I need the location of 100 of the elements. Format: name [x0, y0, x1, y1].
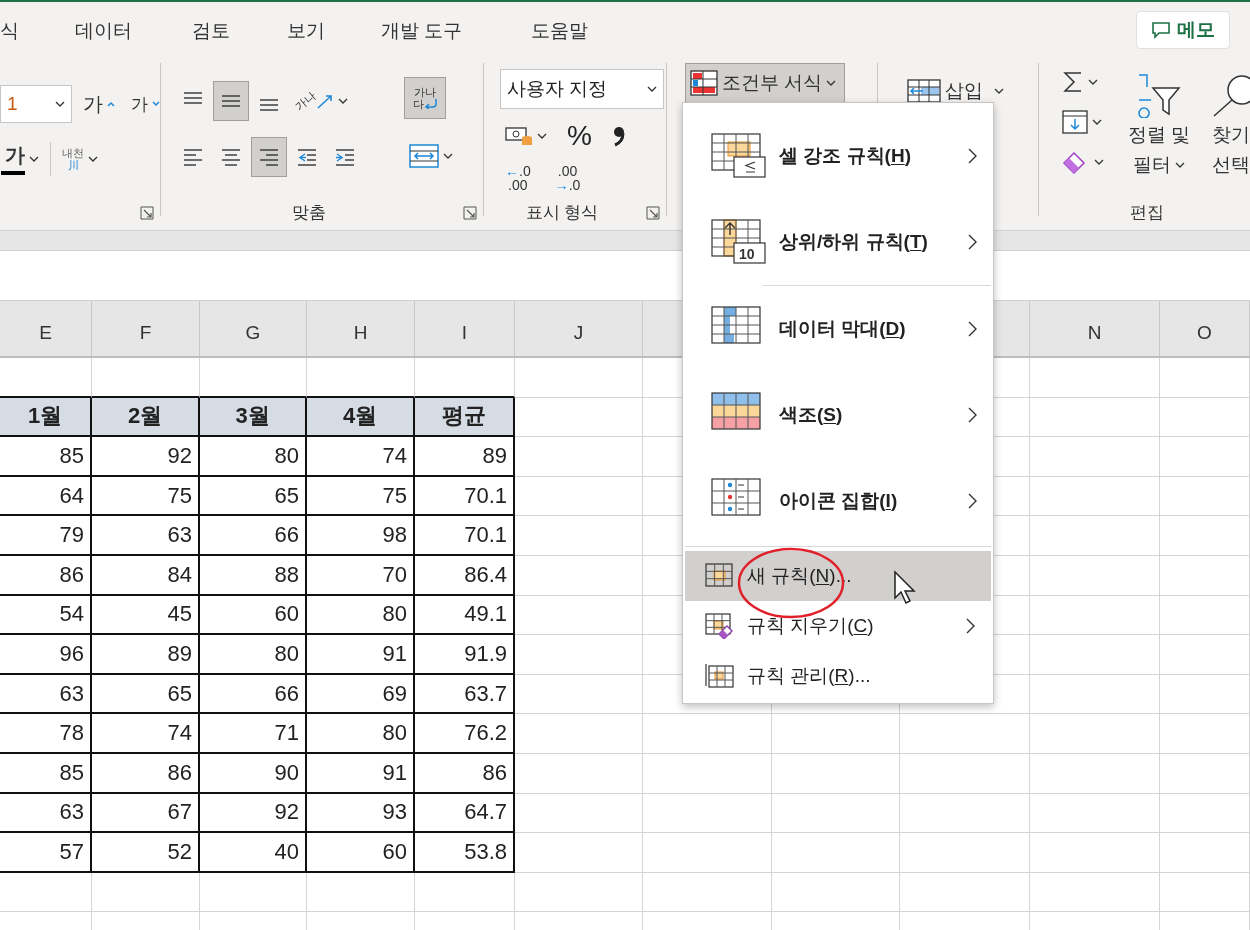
sheet-cell[interactable] [772, 793, 900, 834]
sheet-cell[interactable] [1160, 437, 1250, 477]
sheet-cell[interactable] [1030, 437, 1160, 477]
shrink-font-button[interactable]: 가 [126, 87, 165, 121]
sheet-cell[interactable] [200, 872, 307, 913]
ribbon-tab[interactable]: 도움말 [531, 18, 588, 44]
sheet-cell[interactable] [1030, 833, 1160, 873]
middle-align-icon[interactable] [213, 81, 249, 121]
column-header[interactable]: F [92, 301, 200, 356]
sheet-cell[interactable] [643, 872, 772, 913]
sheet-cell[interactable] [515, 595, 643, 636]
decrease-decimal-button[interactable]: .00 →.0 [549, 159, 586, 197]
sort-filter-button[interactable]: 정렬 및 필터 [1127, 71, 1192, 179]
sheet-cell[interactable] [1030, 555, 1160, 596]
font-size-dropdown[interactable]: 1 [0, 85, 72, 123]
ribbon-tab[interactable]: 검토 [192, 18, 230, 44]
sheet-cell[interactable] [900, 753, 1030, 794]
sheet-cell[interactable] [515, 516, 643, 556]
sheet-cell[interactable] [1030, 358, 1160, 398]
sheet-cell[interactable] [1160, 674, 1250, 715]
column-header[interactable]: I [415, 301, 515, 356]
phonetic-guide-button[interactable]: 내천 川 [57, 141, 103, 176]
sheet-cell[interactable] [1030, 635, 1160, 675]
menu-item[interactable]: 색조(S) [683, 372, 993, 458]
sheet-cell[interactable] [1030, 714, 1160, 754]
sheet-cell[interactable] [643, 714, 772, 754]
sheet-cell[interactable] [515, 358, 643, 398]
wrap-text-button[interactable]: 가나 다 [404, 77, 446, 119]
sheet-cell[interactable] [515, 714, 643, 754]
ribbon-tab[interactable]: 보기 [287, 18, 325, 44]
ribbon-tab[interactable]: 개발 도구 [381, 18, 463, 44]
sheet-cell[interactable] [1160, 753, 1250, 794]
sheet-cell[interactable] [1160, 635, 1250, 675]
sheet-cell[interactable] [515, 476, 643, 517]
sheet-cell[interactable] [643, 753, 772, 794]
sheet-cell[interactable] [1030, 397, 1160, 438]
menu-item[interactable]: 규칙 지우기(C) [685, 601, 991, 651]
sheet-cell[interactable] [1160, 872, 1250, 913]
sheet-cell[interactable] [1030, 595, 1160, 636]
sheet-cell[interactable] [900, 872, 1030, 913]
sheet-cell[interactable] [1030, 476, 1160, 517]
sheet-cell[interactable] [1160, 476, 1250, 517]
sheet-cell[interactable] [1160, 516, 1250, 556]
sheet-cell[interactable] [92, 872, 200, 913]
sheet-cell[interactable] [1160, 555, 1250, 596]
sheet-cell[interactable] [1160, 397, 1250, 438]
column-header[interactable]: N [1030, 301, 1160, 356]
menu-item[interactable]: 데이터 막대(D) [683, 286, 993, 372]
sheet-cell[interactable] [515, 753, 643, 794]
sheet-cell[interactable] [515, 833, 643, 873]
number-format-dropdown[interactable]: 사용자 지정 [500, 69, 664, 109]
ribbon-tab[interactable]: 데이터 [75, 18, 132, 44]
memo-button[interactable]: 메모 [1136, 11, 1230, 49]
sheet-cell[interactable] [1160, 358, 1250, 398]
ribbon-tab[interactable]: 식 [0, 18, 19, 44]
menu-item[interactable]: 셀 강조 규칙(H) [683, 113, 993, 199]
sheet-cell[interactable] [1030, 793, 1160, 834]
sheet-cell[interactable] [515, 872, 643, 913]
sheet-cell[interactable] [1030, 753, 1160, 794]
sheet-cell[interactable] [307, 872, 415, 913]
sheet-cell[interactable] [900, 714, 1030, 754]
sheet-cell[interactable] [515, 437, 643, 477]
conditional-formatting-button[interactable]: 조건부 서식 [685, 63, 846, 103]
sheet-cell[interactable] [1030, 516, 1160, 556]
sheet-cell[interactable] [1160, 793, 1250, 834]
dialog-launcher-icon[interactable] [646, 206, 660, 220]
sheet-cell[interactable] [1030, 872, 1160, 913]
sheet-cell[interactable] [772, 714, 900, 754]
find-select-button[interactable]: 찾기 선택 [1211, 71, 1250, 179]
sheet-cell[interactable] [1160, 714, 1250, 754]
sheet-cell[interactable] [515, 397, 643, 438]
sheet-cell[interactable] [772, 833, 900, 873]
sheet-cell[interactable] [1160, 833, 1250, 873]
sheet-cell[interactable] [515, 555, 643, 596]
sheet-cell[interactable] [643, 793, 772, 834]
sheet-cell[interactable] [900, 793, 1030, 834]
menu-item[interactable]: 10 상위/하위 규칙(T) [683, 199, 993, 285]
dialog-launcher-icon[interactable] [140, 206, 154, 220]
grow-font-button[interactable]: 가 [78, 85, 120, 123]
dialog-launcher-icon[interactable] [463, 206, 477, 220]
sheet-cell[interactable] [772, 872, 900, 913]
sheet-cell[interactable] [415, 872, 515, 913]
right-align-icon[interactable] [251, 137, 287, 177]
percent-button[interactable]: % [562, 115, 597, 157]
orientation-button[interactable]: 가나 [289, 88, 353, 114]
sheet-cell[interactable] [643, 833, 772, 873]
menu-item[interactable]: 아이콘 집합(I) [683, 458, 993, 544]
sheet-cell[interactable] [900, 833, 1030, 873]
sheet-cell[interactable] [1030, 674, 1160, 715]
menu-item[interactable]: 규칙 관리(R)... [685, 651, 991, 701]
column-header[interactable]: G [200, 301, 307, 356]
column-header[interactable]: H [307, 301, 415, 356]
sheet-cell[interactable] [1160, 595, 1250, 636]
sheet-cell[interactable] [515, 793, 643, 834]
sheet-cell[interactable] [515, 635, 643, 675]
increase-decimal-button[interactable]: ←.0 .00 [500, 159, 536, 197]
underline-button[interactable]: 가 [0, 137, 44, 180]
sheet-cell[interactable] [515, 674, 643, 715]
sheet-cell[interactable] [772, 753, 900, 794]
column-header[interactable]: J [515, 301, 643, 356]
